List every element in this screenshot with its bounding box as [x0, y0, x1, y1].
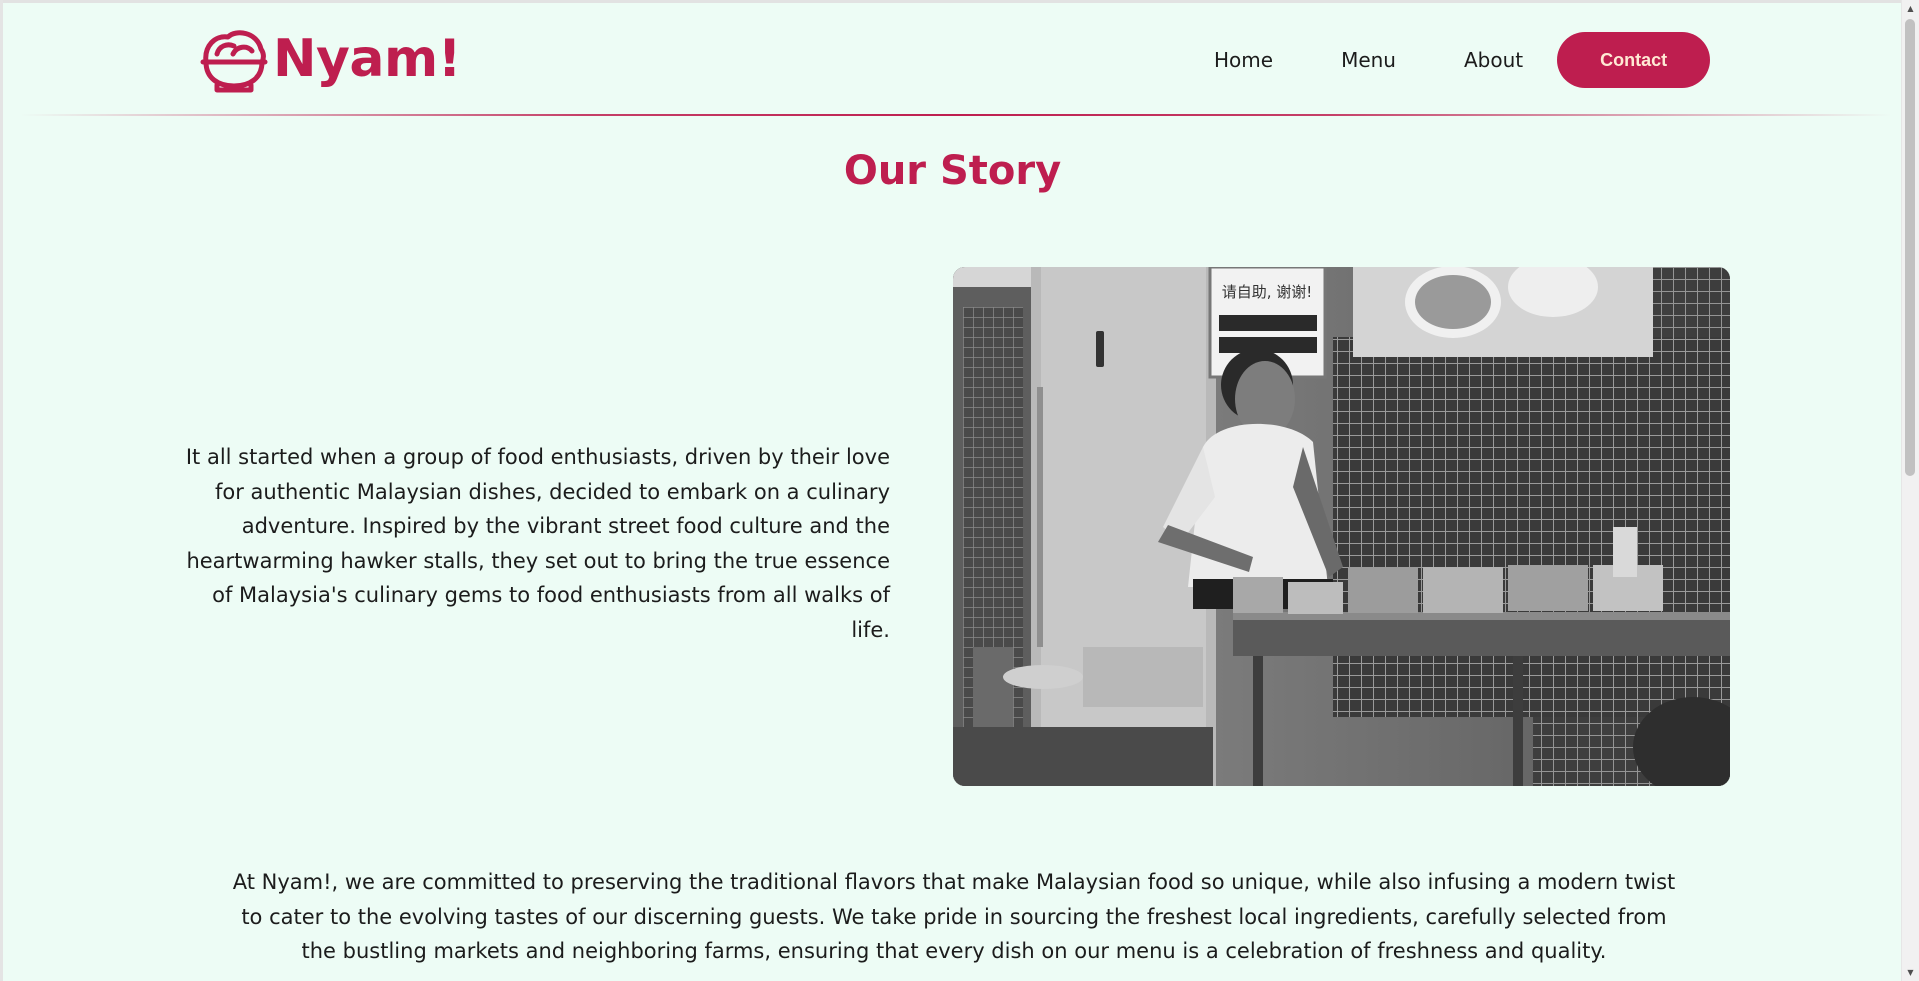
- brand-logo-link[interactable]: Nyam!: [199, 24, 461, 94]
- site-header: Nyam! Home Menu About Contact: [0, 3, 1902, 116]
- nav-menu-link[interactable]: Menu: [1307, 32, 1430, 88]
- scroll-down-arrow-icon[interactable]: ▼: [1902, 964, 1919, 981]
- hawker-stall-illustration: 请自助, 谢谢!: [953, 267, 1730, 786]
- story-paragraph: It all started when a group of food enth…: [185, 445, 890, 642]
- photo-sign-text: 请自助, 谢谢!: [1222, 283, 1313, 301]
- page-title: Our Story: [843, 148, 1062, 194]
- hawker-stall-photo: 请自助, 谢谢!: [953, 267, 1730, 786]
- brand-name: Nyam!: [273, 29, 461, 89]
- main-nav: Home Menu About Contact: [1191, 32, 1711, 88]
- contact-button[interactable]: Contact: [1557, 32, 1711, 88]
- scroll-up-arrow-icon[interactable]: ▲: [1902, 0, 1919, 17]
- nav-home-link[interactable]: Home: [1191, 32, 1307, 88]
- scroll-thumb[interactable]: [1905, 19, 1915, 476]
- nav-about-link[interactable]: About: [1430, 32, 1557, 88]
- mission-paragraph: At Nyam!, we are committed to preserving…: [232, 870, 1676, 964]
- page-scrollbar[interactable]: ▲ ▼: [1901, 0, 1919, 981]
- noodle-bowl-icon: [200, 30, 268, 93]
- header-divider: [20, 114, 1892, 116]
